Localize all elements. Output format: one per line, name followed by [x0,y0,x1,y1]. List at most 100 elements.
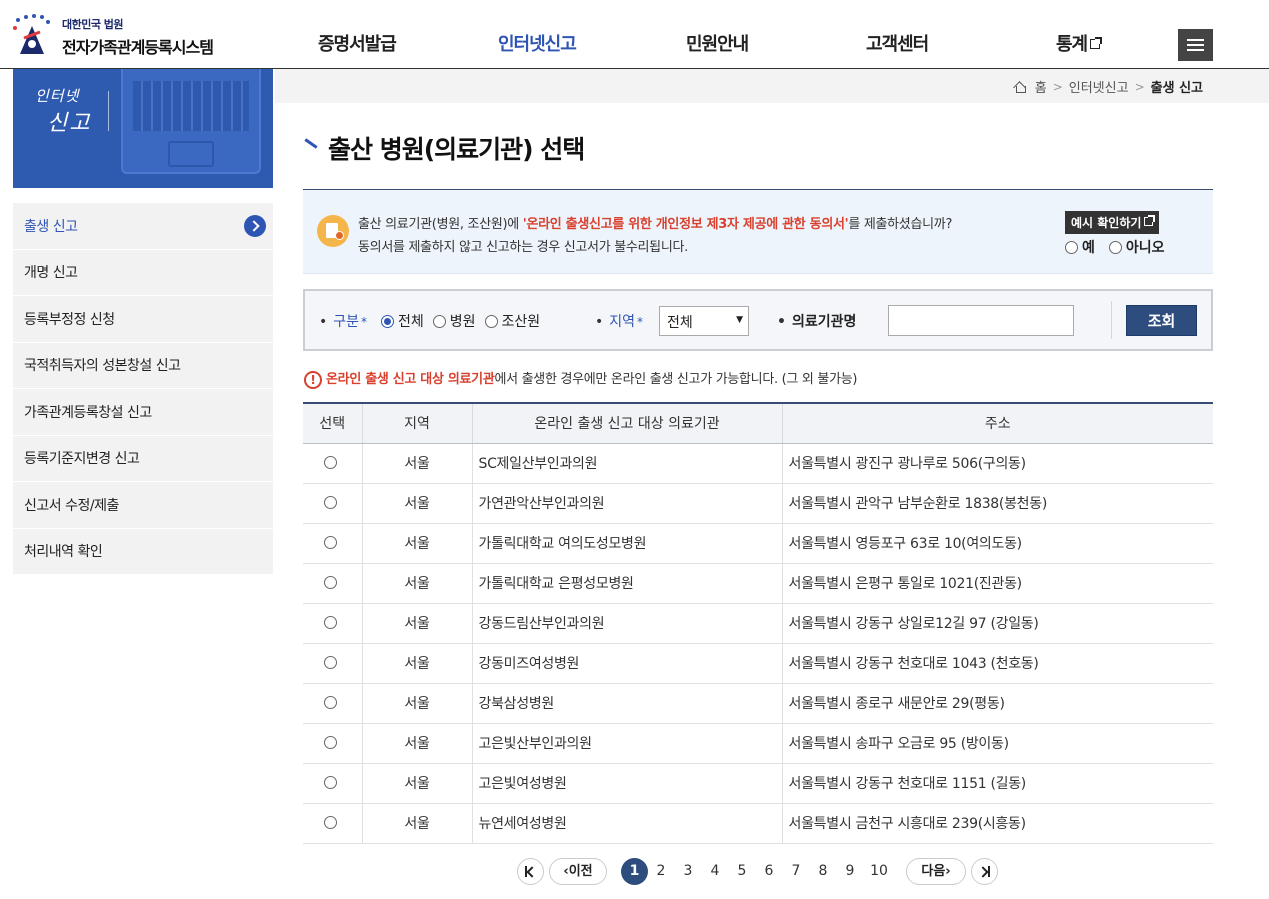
consent-yes-radio[interactable]: 예 [1065,237,1095,257]
prev-page-button[interactable]: ‹이전 [549,858,607,885]
sidebar-item-history[interactable]: 처리내역 확인 [13,528,273,575]
page-6[interactable]: 6 [759,858,779,885]
table-row[interactable]: 서울 가톨릭대학교 여의도성모병원 서울특별시 영등포구 63로 10(여의도동) [303,523,1213,564]
table-row[interactable]: 서울 가톨릭대학교 은평성모병원 서울특별시 은평구 통일로 1021(진관동) [303,563,1213,604]
row-address: 서울특별시 종로구 새문안로 29(평동) [781,683,1213,724]
radio-icon[interactable] [323,536,337,549]
sidebar-item-birth-report[interactable]: 출생 신고 [13,203,273,250]
sidebar-item-registration-creation[interactable]: 가족관계등록창설 신고 [13,389,273,436]
site-header: 대한민국 법원 전자가족관계등록시스템 증명서발급 인터넷신고 민원안내 고객센… [0,0,1269,69]
breadcrumb-level1[interactable]: 인터넷신고 [1069,77,1129,96]
availability-warning: ! 온라인 출생 신고 대상 의료기관에서 출생한 경우에만 온라인 출생 신고가… [304,368,857,389]
radio-icon[interactable] [381,315,394,328]
sidebar-item-naturalized-surname[interactable]: 국적취득자의 성본창설 신고 [13,342,273,389]
row-region: 서울 [361,483,472,524]
radio-icon[interactable] [323,496,337,509]
sidebar-item-label: 국적취득자의 성본창설 신고 [24,358,181,375]
page-7[interactable]: 7 [786,858,806,885]
table-row[interactable]: 서울 강동미즈여성병원 서울특별시 강동구 천호대로 1043 (천호동) [303,643,1213,684]
sidebar-item-label: 처리내역 확인 [24,544,103,561]
nav-certificate[interactable]: 증명서발급 [318,30,397,56]
table-header-row: 선택 지역 온라인 출생 신고 대상 의료기관 주소 [303,402,1213,444]
row-select-cell [303,763,362,804]
radio-icon[interactable] [323,456,337,469]
nav-internet-report[interactable]: 인터넷신고 [498,30,577,56]
page-5[interactable]: 5 [732,858,752,885]
sidebar-item-name-change[interactable]: 개명 신고 [13,249,273,296]
sidebar-item-base-change[interactable]: 등록기준지변경 신고 [13,435,273,482]
row-region: 서울 [361,803,472,844]
row-address: 서울특별시 강동구 천호대로 1151 (길동) [781,763,1213,804]
next-page-button[interactable]: 다음› [906,858,966,885]
table-row[interactable]: 서울 강동드림산부인과의원 서울특별시 강동구 상일로12길 97 (강일동) [303,603,1213,644]
radio-icon[interactable] [484,315,498,328]
radio-icon[interactable] [323,776,337,789]
radio-icon[interactable] [323,816,337,829]
radio-icon[interactable] [323,656,337,669]
region-label: • 지역 * [595,314,644,330]
page-9[interactable]: 9 [840,858,860,885]
banner-divider [108,91,109,131]
chevron-right-icon: > [1052,79,1063,94]
page-1[interactable]: 1 [621,858,648,885]
banner-text-line1: 인터넷 [35,87,80,105]
radio-icon[interactable] [1065,241,1078,254]
row-institution: 고은빛산부인과의원 [471,723,782,764]
table-row[interactable]: 서울 SC제일산부인과의원 서울특별시 광진구 광나루로 506(구의동) [303,443,1213,484]
page-8[interactable]: 8 [813,858,833,885]
type-all-radio[interactable]: 전체 [381,311,424,331]
home-icon[interactable] [1014,81,1026,93]
row-region: 서울 [361,723,472,764]
row-institution: 고은빛여성병원 [471,763,782,804]
type-midwifery-radio[interactable]: 조산원 [484,311,540,331]
row-institution: 가톨릭대학교 은평성모병원 [471,563,782,604]
row-region: 서울 [361,563,472,604]
table-row[interactable]: 서울 강북삼성병원 서울특별시 종로구 새문안로 29(평동) [303,683,1213,724]
sidebar-item-edit-submit[interactable]: 신고서 수정/제출 [13,482,273,529]
example-view-button[interactable]: 예시 확인하기 [1065,211,1160,234]
chevron-right-icon: > [1134,79,1145,94]
page-3[interactable]: 3 [678,858,698,885]
search-button[interactable]: 조회 [1126,305,1197,336]
example-button-label: 예시 확인하기 [1071,216,1142,230]
type-radio-group: 전체 병원 조산원 [381,311,540,331]
row-select-cell [303,523,362,564]
radio-icon[interactable] [432,315,446,328]
sidebar-item-correction[interactable]: 등록부정정 신청 [13,296,273,343]
hamburger-menu-icon[interactable] [1178,29,1213,61]
first-page-icon[interactable] [517,858,544,885]
page-4[interactable]: 4 [705,858,725,885]
row-region: 서울 [361,443,472,484]
row-institution: 가톨릭대학교 여의도성모병원 [471,523,782,564]
nav-customer-center[interactable]: 고객센터 [866,30,929,56]
document-alert-icon [317,215,349,247]
radio-icon[interactable] [323,696,337,709]
breadcrumb: 홈 > 인터넷신고 > 출생 신고 [1014,77,1203,96]
row-select-cell [303,483,362,524]
radio-icon[interactable] [323,576,337,589]
breadcrumb-home[interactable]: 홈 [1035,77,1047,96]
type-hospital-radio[interactable]: 병원 [432,311,476,331]
radio-icon[interactable] [323,616,337,629]
table-row[interactable]: 서울 가연관악산부인과의원 서울특별시 관악구 남부순환로 1838(봉천동) [303,483,1213,524]
table-row[interactable]: 서울 고은빛산부인과의원 서울특별시 송파구 오금로 95 (방이동) [303,723,1213,764]
consent-notice: 출산 의료기관(병원, 조산원)에 '온라인 출생신고를 위한 개인정보 제3자… [303,189,1213,274]
nav-civil-guide[interactable]: 민원안내 [686,30,749,56]
radio-icon[interactable] [1108,241,1122,254]
page-2[interactable]: 2 [651,858,671,885]
last-page-icon[interactable] [971,858,998,885]
table-row[interactable]: 서울 고은빛여성병원 서울특별시 강동구 천호대로 1151 (길동) [303,763,1213,804]
row-address: 서울특별시 은평구 통일로 1021(진관동) [781,563,1213,604]
radio-icon[interactable] [323,736,337,749]
institution-name-input[interactable] [888,305,1074,336]
consent-no-label: 아니오 [1125,240,1165,256]
region-select[interactable]: 전체 [659,306,749,336]
page-10[interactable]: 10 [867,858,891,885]
consent-no-radio[interactable]: 아니오 [1108,237,1165,257]
row-select-cell [303,643,362,684]
warning-highlight: 온라인 출생 신고 대상 의료기관 [326,372,495,387]
table-row[interactable]: 서울 뉴연세여성병원 서울특별시 금천구 시흥대로 239(시흥동) [303,803,1213,844]
nav-statistics[interactable]: 통계 [1056,30,1103,56]
header-institution: 온라인 출생 신고 대상 의료기관 [471,402,782,444]
chevron-right-icon [244,215,266,237]
